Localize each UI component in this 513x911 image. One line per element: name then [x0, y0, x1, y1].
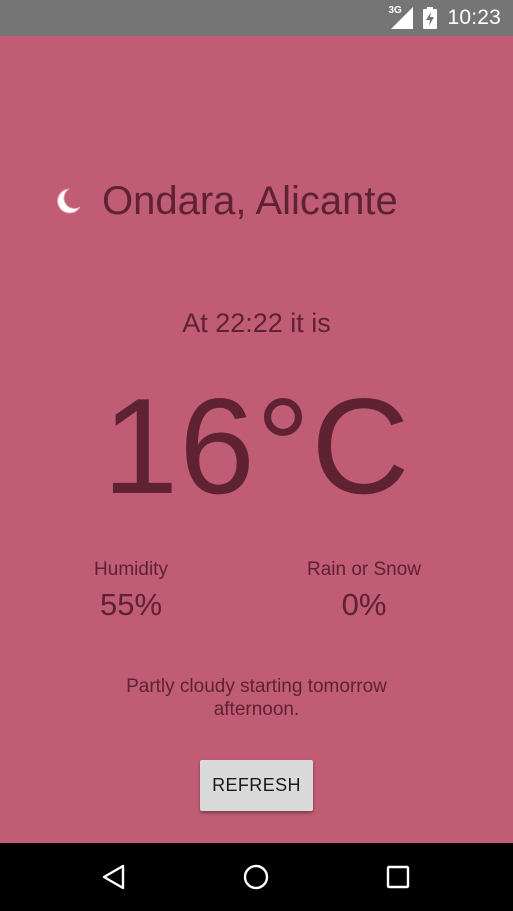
observation-time: At 22:22 it is	[182, 308, 331, 338]
back-button[interactable]	[94, 857, 134, 897]
status-bar: 3G 10:23	[0, 0, 513, 36]
network-indicator: 3G	[388, 5, 414, 29]
network-type-label: 3G	[388, 5, 402, 16]
temperature-value: 16°C	[102, 370, 411, 522]
recents-button[interactable]	[378, 857, 418, 897]
navigation-bar	[0, 843, 513, 911]
moon-icon	[57, 188, 81, 214]
humidity-label: Humidity	[94, 559, 168, 580]
weather-screen: Ondara, Alicante At 22:22 it is 16°C Hum…	[0, 36, 513, 843]
home-button[interactable]	[236, 857, 276, 897]
home-icon	[243, 864, 269, 890]
precipitation-label: Rain or Snow	[306, 559, 422, 580]
back-icon	[102, 864, 125, 890]
location-name: Ondara, Alicante	[102, 178, 398, 223]
location-row: Ondara, Alicante	[54, 179, 398, 223]
status-time: 10:23	[447, 6, 501, 29]
precipitation-stat: Rain or Snow 0%	[264, 558, 464, 626]
humidity-value: 55%	[99, 587, 163, 622]
refresh-button[interactable]: REFRESH	[200, 760, 313, 811]
precipitation-value: 0%	[341, 587, 387, 622]
humidity-stat: Humidity 55%	[31, 558, 231, 626]
recents-icon	[386, 865, 410, 889]
battery-charging-icon	[423, 7, 438, 29]
forecast-summary: Partly cloudy starting tomorrow afternoo…	[126, 676, 387, 720]
